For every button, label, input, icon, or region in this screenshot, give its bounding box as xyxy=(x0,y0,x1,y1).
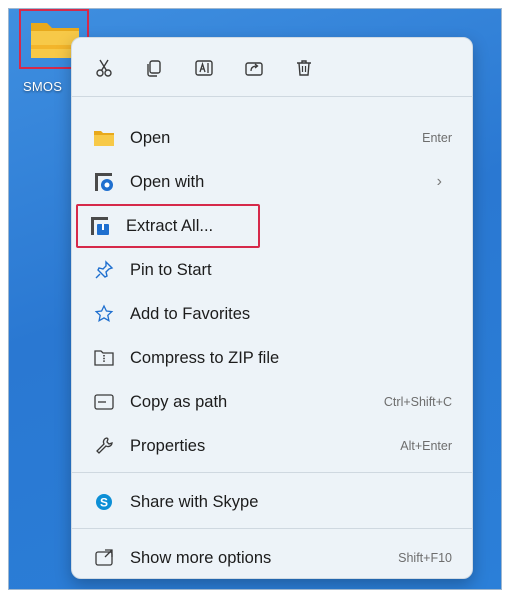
share-button[interactable] xyxy=(234,48,274,88)
svg-text:S: S xyxy=(100,496,108,510)
menu-item-compress-zip[interactable]: Compress to ZIP file xyxy=(82,338,458,378)
separator xyxy=(72,472,472,473)
copy-icon xyxy=(147,60,161,77)
menu-item-label: Open with xyxy=(130,172,205,191)
cut-icon xyxy=(96,59,112,77)
zip-folder-icon xyxy=(92,346,116,370)
menu-item-copy-as-path[interactable]: Copy as path Ctrl+Shift+C xyxy=(82,382,458,422)
open-folder-icon xyxy=(92,126,116,150)
separator xyxy=(72,96,472,97)
shortcut-label: Ctrl+Shift+C xyxy=(383,395,452,409)
menu-item-add-to-favorites[interactable]: Add to Favorites xyxy=(82,294,458,334)
quick-actions-bar xyxy=(84,48,444,88)
menu-item-label: Share with Skype xyxy=(130,492,259,511)
menu-item-label: Show more options xyxy=(130,548,272,567)
separator xyxy=(72,528,472,529)
menu-item-label: Copy as path xyxy=(130,392,228,411)
delete-icon xyxy=(297,60,311,76)
menu-item-label: Pin to Start xyxy=(130,260,212,279)
cut-button[interactable] xyxy=(84,48,124,88)
menu-item-show-more-options[interactable]: Show more options Shift+F10 xyxy=(82,538,458,578)
context-menu: Open Enter Open with › Extract All... Pi… xyxy=(71,37,473,579)
menu-item-extract-all[interactable]: Extract All... xyxy=(76,204,260,248)
menu-item-open[interactable]: Open Enter xyxy=(82,118,458,158)
skype-icon: S xyxy=(92,490,116,514)
menu-item-share-skype[interactable]: S Share with Skype xyxy=(82,482,458,522)
more-options-icon xyxy=(92,546,116,570)
share-icon xyxy=(245,62,263,76)
extract-archive-icon xyxy=(88,214,112,238)
menu-item-label: Add to Favorites xyxy=(130,304,251,323)
menu-item-open-with[interactable]: Open with › xyxy=(82,162,458,202)
menu-item-pin-to-start[interactable]: Pin to Start xyxy=(82,250,458,290)
rename-button[interactable] xyxy=(184,48,224,88)
menu-item-properties[interactable]: Properties Alt+Enter xyxy=(82,426,458,466)
star-icon xyxy=(92,302,116,326)
shortcut-label: Shift+F10 xyxy=(398,551,452,565)
desktop: SMOS Open Enter Open with › Extract All.… xyxy=(8,8,502,590)
delete-button[interactable] xyxy=(284,48,324,88)
open-with-icon xyxy=(92,170,116,194)
pin-icon xyxy=(92,258,116,282)
copy-button[interactable] xyxy=(134,48,174,88)
wrench-icon xyxy=(92,434,116,458)
folder-label[interactable]: SMOS xyxy=(23,79,62,94)
shortcut-label: Alt+Enter xyxy=(400,439,452,453)
menu-item-label: Properties xyxy=(130,436,206,455)
chevron-right-icon: › xyxy=(436,173,442,190)
menu-item-label: Extract All... xyxy=(126,216,214,235)
copy-path-icon xyxy=(92,390,116,414)
shortcut-label: Enter xyxy=(422,131,452,145)
menu-item-label: Compress to ZIP file xyxy=(130,348,280,367)
menu-item-label: Open xyxy=(130,128,171,147)
rename-icon xyxy=(195,60,213,76)
